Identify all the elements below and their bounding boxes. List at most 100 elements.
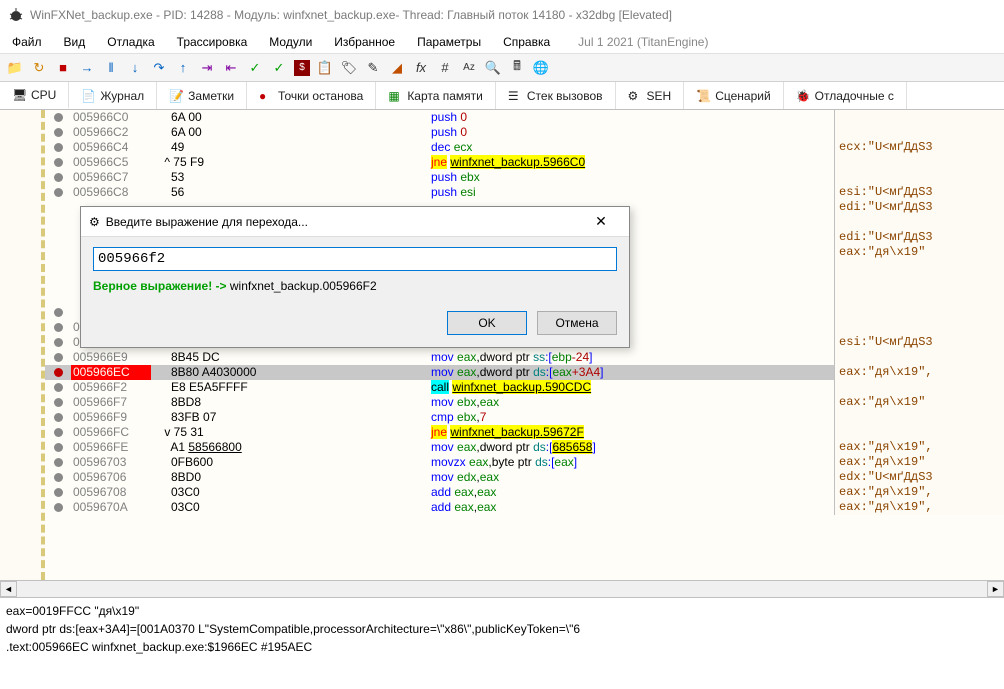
pause-icon[interactable]: ‖: [102, 59, 120, 77]
menu-modules[interactable]: Модули: [263, 33, 318, 51]
tab-stack[interactable]: ☰Стек вызовов: [496, 82, 616, 109]
disasm-row[interactable]: 00596703 0FB600movzx eax,byte ptr ds:[ea…: [45, 455, 1004, 470]
restart-icon[interactable]: ↻: [30, 59, 48, 77]
bp-cell[interactable]: [45, 185, 71, 200]
menu-debug[interactable]: Отладка: [101, 33, 160, 51]
disasm-row[interactable]: 00596708 03C0add eax,eaxeax:"дя\x19",: [45, 485, 1004, 500]
menu-file[interactable]: Файл: [6, 33, 48, 51]
globe-icon[interactable]: 🌐: [532, 59, 550, 77]
bp-cell[interactable]: [45, 245, 71, 260]
bp-icon: ●: [259, 89, 273, 103]
bp-cell[interactable]: [45, 230, 71, 245]
step-icon[interactable]: ⇥: [198, 59, 216, 77]
bp-icon[interactable]: 📋: [316, 59, 334, 77]
trace-icon2[interactable]: ✓: [270, 59, 288, 77]
bp-cell[interactable]: [45, 290, 71, 305]
bp-cell[interactable]: [45, 365, 71, 380]
bp-cell[interactable]: [45, 470, 71, 485]
disasm-row[interactable]: 005966F9 83FB 07cmp ebx,7: [45, 410, 1004, 425]
open-icon[interactable]: 📁: [6, 59, 24, 77]
menu-view[interactable]: Вид: [58, 33, 92, 51]
disasm-row[interactable]: 005966F2 E8 E5A5FFFFcall winfxnet_backup…: [45, 380, 1004, 395]
ok-button[interactable]: OK: [447, 311, 527, 335]
tab-cpu[interactable]: 🖥CPU: [0, 82, 69, 109]
bp-cell[interactable]: [45, 260, 71, 275]
bp-cell[interactable]: [45, 380, 71, 395]
tab-seh[interactable]: ⚙SEH: [616, 82, 685, 109]
tab-notes[interactable]: 📝Заметки: [157, 82, 247, 109]
menu-trace[interactable]: Трассировка: [171, 33, 254, 51]
disasm-row[interactable]: 005966FE A1 58566800mov eax,dword ptr ds…: [45, 440, 1004, 455]
bp-cell[interactable]: [45, 275, 71, 290]
bp-cell[interactable]: [45, 440, 71, 455]
disasm-row[interactable]: 005966C7 53push ebx: [45, 170, 1004, 185]
bp-cell[interactable]: [45, 500, 71, 515]
bp-cell[interactable]: [45, 410, 71, 425]
h-scrollbar[interactable]: ◄ ►: [0, 580, 1004, 597]
close-icon[interactable]: ✕: [581, 213, 621, 230]
menu-help[interactable]: Справка: [497, 33, 556, 51]
bp-cell[interactable]: [45, 140, 71, 155]
scroll-left[interactable]: ◄: [0, 581, 17, 597]
step-icon2[interactable]: ⇤: [222, 59, 240, 77]
disasm-row[interactable]: 005966C2 6A 00push 0: [45, 125, 1004, 140]
tab-bp[interactable]: ●Точки останова: [247, 82, 376, 109]
bp-cell[interactable]: [45, 485, 71, 500]
hash-icon[interactable]: #: [436, 59, 454, 77]
disasm-row[interactable]: 005966C0 6A 00push 0: [45, 110, 1004, 125]
bytes-cell: 6A 00: [151, 110, 431, 125]
tab-log[interactable]: 📄Журнал: [69, 82, 157, 109]
run-icon[interactable]: →: [78, 59, 96, 77]
trace-icon[interactable]: ✓: [246, 59, 264, 77]
bp-cell[interactable]: [45, 455, 71, 470]
bp-cell[interactable]: [45, 425, 71, 440]
disasm-row[interactable]: 005966C4 49dec ecxecx:"U<мґДдS3: [45, 140, 1004, 155]
step-out-icon[interactable]: ↑: [174, 59, 192, 77]
feedback-result: winfxnet_backup.005966F2: [230, 279, 377, 293]
bp-dot: [54, 443, 63, 452]
step-into-icon[interactable]: ↓: [126, 59, 144, 77]
bp-cell[interactable]: [45, 350, 71, 365]
bp-cell[interactable]: [45, 305, 71, 320]
bp-cell[interactable]: [45, 125, 71, 140]
scroll-track[interactable]: [17, 581, 987, 597]
tab-mem[interactable]: ▦Карта памяти: [376, 82, 496, 109]
edit-icon[interactable]: ✎: [364, 59, 382, 77]
disasm-row[interactable]: 005966EC 8B80 A4030000mov eax,dword ptr …: [45, 365, 1004, 380]
step-over-icon[interactable]: ↷: [150, 59, 168, 77]
scroll-right[interactable]: ►: [987, 581, 1004, 597]
az-icon[interactable]: Az: [460, 59, 478, 77]
tab-label: SEH: [647, 89, 672, 103]
bp-dot: [54, 113, 63, 122]
search-icon[interactable]: 🔍: [484, 59, 502, 77]
tag-icon[interactable]: 🏷: [340, 59, 358, 77]
disasm-row[interactable]: 005966C8 56push esiesi:"U<мґДдS3: [45, 185, 1004, 200]
bp-cell[interactable]: [45, 110, 71, 125]
bp-cell[interactable]: [45, 200, 71, 215]
disasm-row[interactable]: 005966FC v 75 31jne winfxnet_backup.5967…: [45, 425, 1004, 440]
menu-params[interactable]: Параметры: [411, 33, 487, 51]
stop-icon[interactable]: ■: [54, 59, 72, 77]
bp-cell[interactable]: [45, 320, 71, 335]
disasm-row[interactable]: 005966C5 ^ 75 F9jne winfxnet_backup.5966…: [45, 155, 1004, 170]
tab-dbg[interactable]: 🐞Отладочные с: [784, 82, 907, 109]
tab-script[interactable]: 📜Сценарий: [684, 82, 783, 109]
menu-fav[interactable]: Избранное: [328, 33, 401, 51]
fx-icon[interactable]: fx: [412, 59, 430, 77]
disasm-row[interactable]: 00596706 8BD0mov edx,eaxedx:"U<мґДдS3: [45, 470, 1004, 485]
addr-cell: 005966C5: [71, 155, 151, 170]
cancel-button[interactable]: Отмена: [537, 311, 617, 335]
disasm-row[interactable]: 005966F7 8BD8mov ebx,eaxeax:"дя\x19": [45, 395, 1004, 410]
bp-cell[interactable]: [45, 170, 71, 185]
patch-icon[interactable]: $: [294, 60, 310, 76]
erase-icon[interactable]: ◢: [388, 59, 406, 77]
bp-cell[interactable]: [45, 395, 71, 410]
bp-cell[interactable]: [45, 335, 71, 350]
calc-icon[interactable]: 🖩: [508, 59, 526, 77]
window-titlebar: WinFXNet_backup.exe - PID: 14288 - Модул…: [0, 0, 1004, 30]
bp-cell[interactable]: [45, 215, 71, 230]
disasm-row[interactable]: 0059670A 03C0add eax,eaxeax:"дя\x19",: [45, 500, 1004, 515]
disasm-row[interactable]: 005966E9 8B45 DCmov eax,dword ptr ss:[eb…: [45, 350, 1004, 365]
expression-input[interactable]: [93, 247, 617, 271]
bp-cell[interactable]: [45, 155, 71, 170]
